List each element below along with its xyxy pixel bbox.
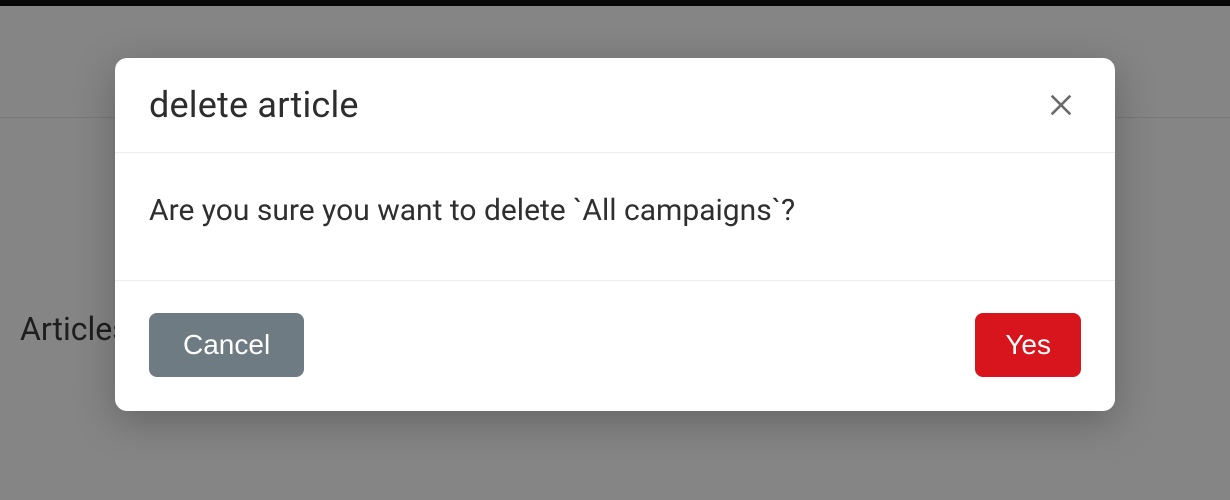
close-button[interactable] <box>1041 85 1081 125</box>
modal-body: Are you sure you want to delete `All cam… <box>115 153 1115 281</box>
confirm-delete-modal: delete article Are you sure you want to … <box>115 58 1115 411</box>
modal-overlay[interactable]: delete article Are you sure you want to … <box>0 0 1230 500</box>
close-icon <box>1047 91 1075 119</box>
modal-header: delete article <box>115 58 1115 153</box>
modal-footer: Cancel Yes <box>115 281 1115 411</box>
cancel-button[interactable]: Cancel <box>149 313 304 377</box>
modal-message: Are you sure you want to delete `All cam… <box>149 193 1081 228</box>
modal-title: delete article <box>149 84 359 126</box>
confirm-button[interactable]: Yes <box>975 313 1081 377</box>
